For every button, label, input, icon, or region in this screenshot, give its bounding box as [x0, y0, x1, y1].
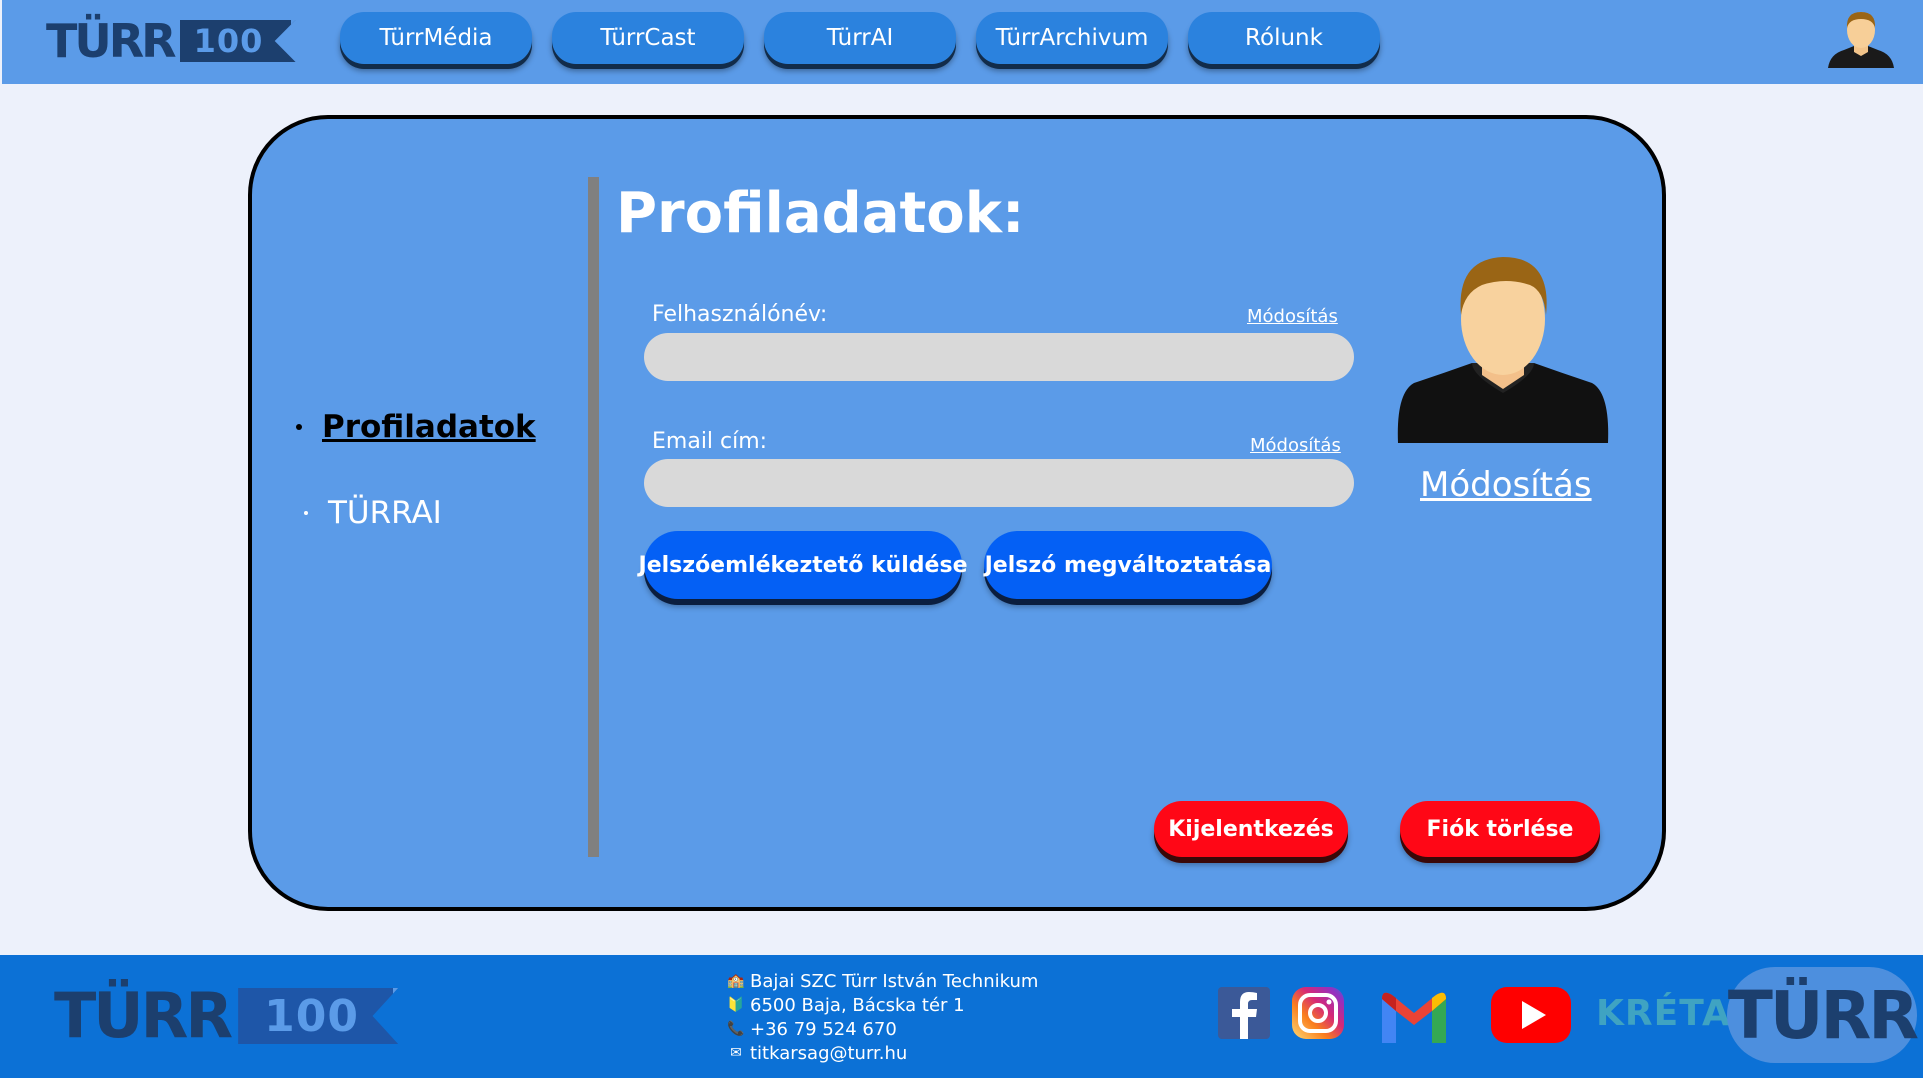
- change-password-button[interactable]: Jelszó megváltoztatása: [984, 531, 1272, 599]
- school-icon: 🏫: [727, 973, 745, 989]
- sidebar-item-label: TÜRRAI: [328, 495, 442, 531]
- nav-turrai-button[interactable]: TürrAI: [764, 12, 956, 64]
- logo-badge: 100: [179, 20, 296, 62]
- avatar-edit-link[interactable]: Módosítás: [1420, 465, 1592, 505]
- contact-school: 🏫 Bajai SZC Türr István Technikum: [726, 969, 1038, 993]
- footer-logo-wordmark: TÜRR: [54, 979, 233, 1052]
- email-text[interactable]: titkarsag@turr.hu: [750, 1043, 907, 1064]
- phone-text[interactable]: +36 79 524 670: [750, 1019, 897, 1040]
- footer-turr-100-logo[interactable]: TÜRR 100: [54, 979, 399, 1052]
- username-edit-link[interactable]: Módosítás: [1247, 306, 1338, 327]
- school-name: Bajai SZC Türr István Technikum: [750, 970, 1039, 992]
- sidebar-item-profiladatok[interactable]: Profiladatok: [296, 409, 536, 445]
- contact-info: 🏫 Bajai SZC Türr István Technikum 🔰 6500…: [726, 969, 1038, 1065]
- address-text: 6500 Baja, Bácska tér 1: [750, 994, 965, 1016]
- footer-logo-badge: 100: [238, 988, 399, 1044]
- page-title: Profiladatok:: [616, 181, 1025, 246]
- footer: TÜRR 100 🏫 Bajai SZC Türr István Technik…: [0, 955, 1923, 1078]
- user-avatar-icon[interactable]: [1826, 10, 1896, 68]
- youtube-icon[interactable]: [1490, 985, 1572, 1045]
- kreta-logo[interactable]: KRÉTA: [1596, 993, 1731, 1034]
- logo-wordmark: TÜRR: [46, 14, 177, 68]
- email-label: Email cím:: [652, 429, 768, 454]
- username-field[interactable]: [644, 333, 1354, 381]
- gmail-icon[interactable]: [1378, 985, 1450, 1045]
- instagram-icon[interactable]: [1290, 985, 1346, 1041]
- footer-badge-wordmark: TÜRR: [1727, 976, 1919, 1054]
- top-header: TÜRR 100 TürrMédia TürrCast TürrAI TürrA…: [2, 0, 1923, 84]
- sidebar-item-turrai[interactable]: TÜRRAI: [304, 495, 442, 531]
- nav-turrmedia-button[interactable]: TürrMédia: [340, 12, 532, 64]
- sidebar-item-label: Profiladatok: [322, 409, 536, 445]
- nav-turrcast-button[interactable]: TürrCast: [552, 12, 744, 64]
- mail-icon: ✉: [730, 1045, 742, 1061]
- facebook-icon[interactable]: [1218, 985, 1270, 1041]
- vertical-divider: [588, 177, 599, 857]
- contact-email: ✉ titkarsag@turr.hu: [726, 1041, 1038, 1065]
- logout-button[interactable]: Kijelentkezés: [1154, 801, 1348, 857]
- bullet-icon: [296, 424, 302, 430]
- contact-address: 🔰 6500 Baja, Bácska tér 1: [726, 993, 1038, 1017]
- phone-icon: 📞: [727, 1021, 745, 1037]
- location-icon: 🔰: [727, 997, 745, 1013]
- footer-turr-badge[interactable]: TÜRR: [1727, 967, 1919, 1063]
- profile-avatar-icon: [1397, 257, 1609, 443]
- nav-turrarchivum-button[interactable]: TürrArchivum: [976, 12, 1168, 64]
- username-label: Felhasználónév:: [652, 302, 828, 327]
- contact-phone: 📞 +36 79 524 670: [726, 1017, 1038, 1041]
- email-field[interactable]: [644, 459, 1354, 507]
- email-edit-link[interactable]: Módosítás: [1250, 435, 1341, 456]
- delete-account-button[interactable]: Fiók törlése: [1400, 801, 1600, 857]
- nav-rolunk-button[interactable]: Rólunk: [1188, 12, 1380, 64]
- profile-card: Profiladatok TÜRRAI Profiladatok: Felhas…: [248, 115, 1666, 911]
- turr-100-logo[interactable]: TÜRR 100: [46, 18, 296, 64]
- bullet-icon: [304, 511, 308, 515]
- send-password-reminder-button[interactable]: Jelszóemlékeztető küldése: [639, 531, 968, 599]
